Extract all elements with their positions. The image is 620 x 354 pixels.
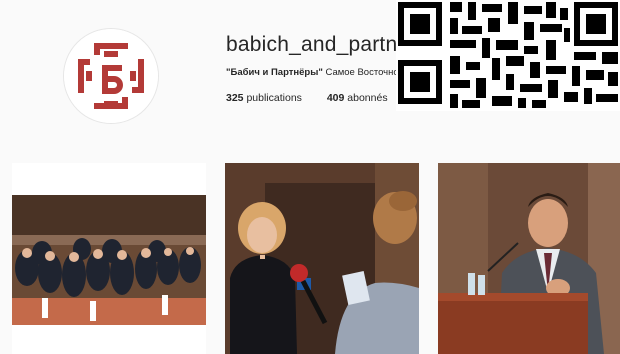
profile-avatar[interactable]: [63, 28, 159, 124]
post-tile-interview[interactable]: [225, 163, 419, 354]
followers-count: 409: [326, 92, 345, 104]
post-tile-conference-audience[interactable]: [12, 163, 206, 354]
bio-company-name: "Бабич и Партнёры": [226, 67, 323, 78]
babich-logo-icon: [64, 29, 158, 123]
interview-photo: [225, 163, 419, 354]
publications-count: 325: [226, 92, 244, 104]
post-tile-speaker[interactable]: [438, 163, 620, 354]
speaker-at-podium-photo: [438, 163, 620, 354]
followers-stat[interactable]: 409 abonnés: [327, 92, 388, 104]
publications-stat[interactable]: 325 publications: [226, 92, 302, 104]
qr-code-icon: [396, 0, 620, 111]
publications-label: publications: [246, 92, 302, 104]
conference-audience-photo: [12, 163, 206, 354]
followers-label: abonnés: [347, 92, 388, 104]
profile-stats: 325 publications 409 abonnés: [226, 92, 410, 104]
